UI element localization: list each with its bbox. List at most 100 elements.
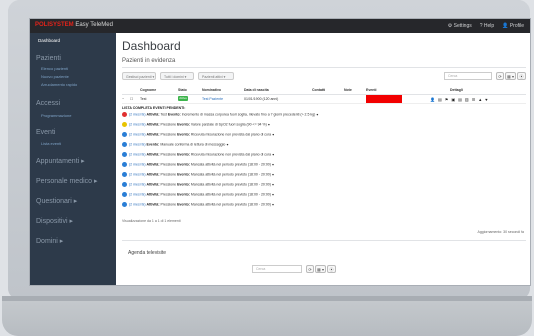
event-item[interactable]: (2 mesi fa) Evento: Manuale conferma di … bbox=[122, 142, 228, 147]
sidebar-section-accessi[interactable]: Accessi bbox=[36, 100, 60, 107]
event-status-dot bbox=[122, 142, 127, 147]
event-item[interactable]: (2 mesi fa) Attività: Pressione Evento: … bbox=[122, 162, 274, 167]
info-icon[interactable]: ● bbox=[316, 112, 318, 116]
agenda-toggle-button[interactable]: ⦿ bbox=[327, 265, 336, 273]
event-date[interactable]: (2 mesi fa) bbox=[129, 182, 146, 186]
agenda-search-input[interactable]: Cerca bbox=[252, 265, 302, 273]
table-header: Cognome Stato Nominativo Data di nascita… bbox=[122, 87, 526, 95]
grid-icon[interactable]: ▥ bbox=[465, 97, 469, 102]
sidebar-link-arruolamento[interactable]: Arruolamento rapido bbox=[41, 82, 77, 87]
brand-text: Easy TeleMed bbox=[73, 22, 113, 28]
heart-icon[interactable]: ♥ bbox=[485, 97, 487, 102]
table-row[interactable]: − ☐ Test Attivo Test Paziente 01/01/1900… bbox=[122, 95, 526, 104]
divider bbox=[122, 67, 526, 68]
info-icon[interactable]: ● bbox=[272, 132, 274, 136]
event-date[interactable]: (2 mesi fa) bbox=[129, 142, 146, 146]
info-icon[interactable]: ● bbox=[272, 152, 274, 156]
info-icon[interactable]: ● bbox=[272, 192, 274, 196]
info-icon[interactable]: ● bbox=[226, 142, 228, 146]
update-info: Aggiornamento: 30 secondi fa bbox=[477, 230, 524, 234]
sidebar-section-personale-medico[interactable]: Personale medico ▸ bbox=[36, 177, 98, 185]
event-date[interactable]: (2 mesi fa) bbox=[129, 202, 146, 206]
chart-icon[interactable]: ▲ bbox=[478, 97, 482, 102]
table-toolbar: Gestisci pazienti ▾ Tutti i domini ▾ Paz… bbox=[122, 72, 526, 82]
laptop-lip bbox=[2, 296, 532, 301]
cell-nominativo[interactable]: Test Paziente bbox=[202, 97, 223, 101]
event-item[interactable]: (2 mesi fa) Attività: Pressione Evento: … bbox=[122, 202, 274, 207]
document-icon[interactable]: ▤ bbox=[458, 97, 462, 102]
sidebar-link-programmazione[interactable]: Programmazione bbox=[41, 113, 71, 118]
filter-domini-select[interactable]: Tutti i domini ▾ bbox=[160, 72, 194, 80]
event-date[interactable]: (2 mesi fa) bbox=[129, 112, 146, 116]
event-date[interactable]: (2 mesi fa) bbox=[129, 132, 146, 136]
col-note[interactable]: Note bbox=[344, 88, 352, 92]
event-date[interactable]: (2 mesi fa) bbox=[129, 172, 146, 176]
event-item[interactable]: (2 mesi fa) Attività: Pressione Evento: … bbox=[122, 152, 274, 157]
search-input[interactable]: Cerca bbox=[444, 72, 492, 80]
event-text: Ricevuta misurazione non prevista dal pi… bbox=[190, 132, 272, 137]
event-who: Pressione bbox=[160, 152, 177, 157]
sidebar-section-pazienti[interactable]: Pazienti bbox=[36, 55, 61, 62]
user-icon[interactable]: 👤 bbox=[430, 97, 435, 102]
filter-gestisci-select[interactable]: Gestisci pazienti ▾ bbox=[122, 72, 156, 80]
list-icon[interactable]: ▤ bbox=[438, 97, 442, 102]
event-item[interactable]: (2 mesi fa) Attività: Pressione Evento: … bbox=[122, 122, 270, 127]
event-who: Pressione bbox=[160, 202, 177, 207]
events-header: LISTA COMPLETA EVENTI PENDENTI: bbox=[122, 106, 186, 110]
status-badge: Attivo bbox=[178, 96, 188, 101]
expand-icon[interactable]: − bbox=[122, 97, 124, 101]
info-icon[interactable]: ● bbox=[272, 202, 274, 206]
refresh-button[interactable]: ⟳ bbox=[496, 72, 504, 80]
event-who: Pressione bbox=[160, 192, 177, 197]
profile-link[interactable]: 👤 Profile bbox=[502, 23, 524, 29]
event-item[interactable]: (2 mesi fa) Attività: Pressione Evento: … bbox=[122, 182, 274, 187]
event-item[interactable]: (2 mesi fa) Attività: Pressione Evento: … bbox=[122, 132, 274, 137]
event-item[interactable]: (2 mesi fa) Attività: Test Evento: Incre… bbox=[122, 112, 318, 117]
brand-logo[interactable]: POLISYSTEM Easy TeleMed bbox=[35, 22, 113, 28]
col-nominativo[interactable]: Nominativo bbox=[202, 88, 221, 92]
sidebar-section-dispositivi[interactable]: Dispositivi ▸ bbox=[36, 217, 73, 225]
help-link[interactable]: ? Help bbox=[480, 23, 494, 29]
event-item[interactable]: (2 mesi fa) Attività: Pressione Evento: … bbox=[122, 192, 274, 197]
event-status-dot bbox=[122, 132, 127, 137]
col-data-nascita[interactable]: Data di nascita bbox=[244, 88, 269, 92]
event-date[interactable]: (2 mesi fa) bbox=[129, 192, 146, 196]
sidebar-section-domini[interactable]: Domini ▸ bbox=[36, 237, 63, 245]
event-who: Pressione bbox=[160, 172, 177, 177]
sidebar-section-eventi[interactable]: Eventi bbox=[36, 129, 55, 136]
event-text: Mancata attività nel periodo previsto (1… bbox=[190, 202, 271, 207]
row-checkbox[interactable]: ☐ bbox=[130, 97, 133, 101]
toggle-button[interactable]: ⦿ bbox=[517, 72, 526, 80]
col-eventi[interactable]: Eventi bbox=[366, 88, 377, 92]
agenda-columns-button[interactable]: ▦ ▾ bbox=[315, 265, 326, 273]
info-icon[interactable]: ● bbox=[272, 172, 274, 176]
col-stato[interactable]: Stato bbox=[178, 88, 187, 92]
info-icon[interactable]: ● bbox=[272, 182, 274, 186]
col-contatti[interactable]: Contatti bbox=[312, 88, 325, 92]
sidebar-link-nuovo-paziente[interactable]: Nuovo paziente bbox=[41, 74, 69, 79]
sidebar-section-appuntamenti[interactable]: Appuntamenti ▸ bbox=[36, 157, 85, 165]
sidebar-link-lista-eventi[interactable]: Lista eventi bbox=[41, 141, 61, 146]
info-icon[interactable]: ● bbox=[268, 122, 270, 126]
col-cognome[interactable]: Cognome bbox=[140, 88, 156, 92]
event-text: Mancata attività nel periodo previsto (1… bbox=[190, 162, 271, 167]
agenda-refresh-button[interactable]: ⟳ bbox=[306, 265, 314, 273]
filter-pazienti-select[interactable]: Pazienti attivi ▾ bbox=[198, 72, 234, 80]
sidebar-section-questionari[interactable]: Questionari ▸ bbox=[36, 197, 77, 205]
top-bar: POLISYSTEM Easy TeleMed ⚙ Settings ? Hel… bbox=[30, 19, 530, 33]
event-item[interactable]: (2 mesi fa) Attività: Pressione Evento: … bbox=[122, 172, 274, 177]
info-icon[interactable]: ● bbox=[272, 162, 274, 166]
columns-button[interactable]: ▦ ▾ bbox=[505, 72, 516, 80]
sidebar-link-elenco-pazienti[interactable]: Elenco pazienti bbox=[41, 66, 68, 71]
flag-icon[interactable]: ⚑ bbox=[445, 97, 449, 102]
menu-icon[interactable]: ☰ bbox=[472, 97, 476, 102]
sidebar-item-dashboard[interactable]: Dashboard bbox=[38, 38, 60, 43]
event-date[interactable]: (2 mesi fa) bbox=[129, 152, 146, 156]
col-dettagli[interactable]: Dettagli bbox=[450, 88, 463, 92]
event-date[interactable]: (2 mesi fa) bbox=[129, 162, 146, 166]
event-date[interactable]: (2 mesi fa) bbox=[129, 122, 146, 126]
box-icon[interactable]: ▣ bbox=[451, 97, 455, 102]
settings-link[interactable]: ⚙ Settings bbox=[448, 23, 472, 29]
event-label: Evento: bbox=[177, 172, 190, 177]
event-who: Pressione bbox=[160, 182, 177, 187]
